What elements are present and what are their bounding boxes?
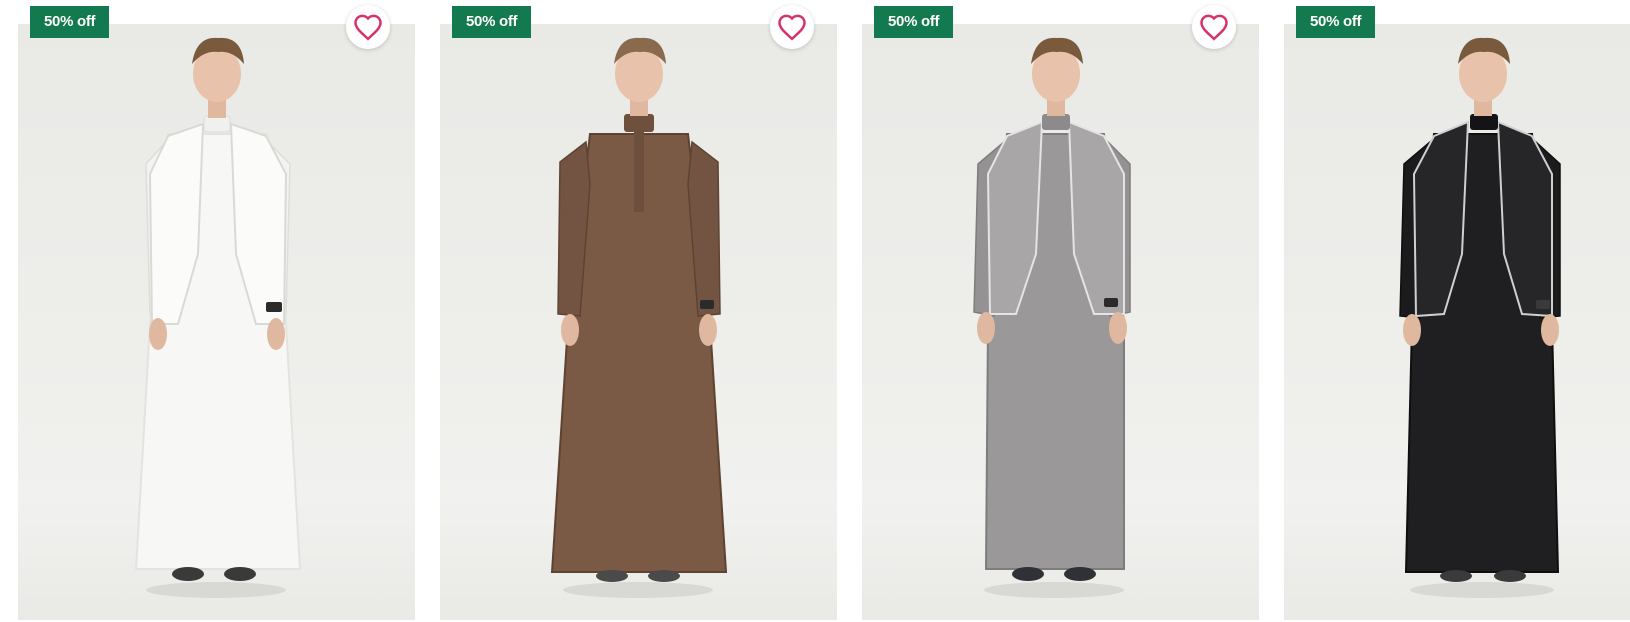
heart-outline-icon [1200,14,1228,41]
model-illustration [550,37,728,598]
product-grid: 50% off 50% off 50% off 50% off [0,0,1630,622]
product-image[interactable] [862,24,1259,620]
model-illustration [134,37,302,598]
discount-badge: 50% off [874,6,954,38]
heart-outline-icon [354,14,382,41]
product-card[interactable]: 50% off [18,0,415,622]
discount-badge: 50% off [30,6,110,38]
model-illustration [973,37,1131,598]
product-image[interactable] [18,24,415,620]
product-image[interactable] [440,24,837,620]
discount-badge: 50% off [452,6,532,38]
model-illustration [1399,37,1561,598]
heart-outline-icon [778,14,806,41]
product-card[interactable]: 50% off [862,0,1259,622]
product-card[interactable]: 50% off [1284,0,1630,622]
wishlist-button[interactable] [1192,5,1236,49]
discount-badge: 50% off [1296,6,1376,38]
wishlist-button[interactable] [346,5,390,49]
product-card[interactable]: 50% off [440,0,837,622]
wishlist-button[interactable] [770,5,814,49]
product-image[interactable] [1284,24,1630,620]
